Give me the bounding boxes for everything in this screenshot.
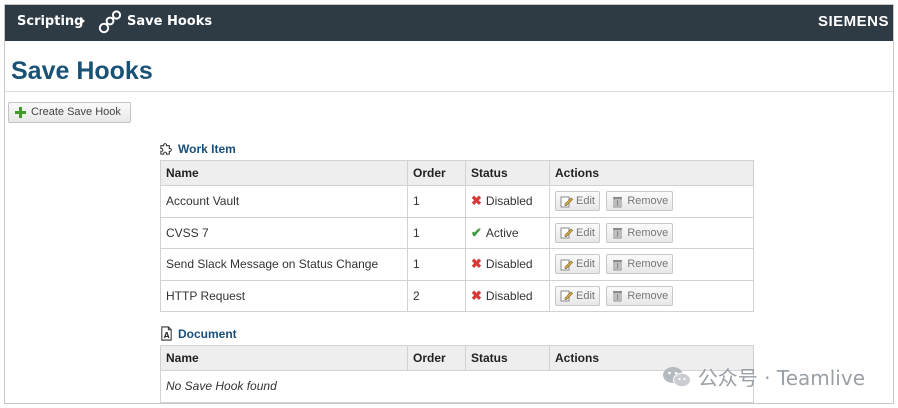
column-header-name[interactable]: Name <box>160 345 408 371</box>
app-window: Scripting Save Hooks SIEMENS Save Hooks … <box>4 4 894 404</box>
top-bar: Scripting Save Hooks SIEMENS <box>5 5 893 41</box>
column-header-status[interactable]: Status <box>465 160 550 186</box>
hook-name: Account Vault <box>160 185 408 218</box>
remove-label: Remove <box>627 289 669 302</box>
status-text: Disabled <box>485 288 533 303</box>
edit-icon <box>560 290 573 302</box>
disabled-x-icon: ✖ <box>471 287 482 303</box>
actions-cell: Edit Remove <box>549 248 754 281</box>
hook-name: CVSS 7 <box>160 216 408 249</box>
hook-order: 1 <box>407 185 466 218</box>
create-save-hook-button[interactable]: Create Save Hook <box>8 102 131 123</box>
table-row: CVSS 7 1 ✔ Active Edit Remove <box>160 216 754 249</box>
brand-logo: SIEMENS <box>817 13 889 30</box>
svg-text:A: A <box>164 331 170 340</box>
breadcrumb-scripting[interactable]: Scripting <box>17 14 83 29</box>
edit-label: Edit <box>576 195 595 208</box>
actions-cell: Edit Remove <box>549 216 754 249</box>
create-save-hook-label: Create Save Hook <box>31 106 121 118</box>
column-header-status[interactable]: Status <box>465 345 550 371</box>
hook-name: Send Slack Message on Status Change <box>160 248 408 281</box>
status-badge: ✖ Disabled <box>471 257 533 271</box>
document-section-label: Document <box>178 327 237 341</box>
table-row: HTTP Request 2 ✖ Disabled Edit Remove <box>160 279 754 312</box>
edit-icon <box>560 259 573 271</box>
remove-label: Remove <box>627 226 669 239</box>
puzzle-icon <box>160 143 172 155</box>
watermark-text: 公众号 · Teamlive <box>697 366 865 390</box>
edit-label: Edit <box>576 289 595 302</box>
breadcrumb-current: Save Hooks <box>127 14 213 29</box>
actions-cell: Edit Remove <box>549 279 754 312</box>
active-check-icon: ✔ <box>471 224 482 240</box>
wechat-icon <box>662 366 691 387</box>
disabled-x-icon: ✖ <box>471 193 482 209</box>
hook-name: HTTP Request <box>160 279 408 312</box>
status-badge: ✖ Disabled <box>471 289 533 303</box>
column-header-name[interactable]: Name <box>160 160 408 186</box>
plus-icon <box>15 107 26 118</box>
work-item-table: Name Order Status Actions Account Vault … <box>160 160 754 312</box>
remove-button[interactable]: Remove <box>606 222 674 243</box>
title-divider <box>5 91 893 92</box>
edit-label: Edit <box>576 226 595 239</box>
edit-icon <box>560 227 573 239</box>
trash-icon <box>613 259 623 271</box>
trash-icon <box>613 196 623 208</box>
column-header-actions: Actions <box>549 160 754 186</box>
status-badge: ✔ Active <box>471 226 519 240</box>
status-cell: ✖ Disabled <box>465 248 550 281</box>
page-title: Save Hooks <box>11 57 153 85</box>
watermark: 公众号 · Teamlive <box>662 362 865 391</box>
table-row: Send Slack Message on Status Change 1 ✖ D… <box>160 248 754 281</box>
status-text: Active <box>485 225 519 240</box>
trash-icon <box>613 228 623 239</box>
edit-label: Edit <box>576 258 595 271</box>
trash-icon <box>613 291 623 302</box>
column-header-order[interactable]: Order <box>407 160 466 186</box>
status-cell: ✖ Disabled <box>465 279 550 312</box>
edit-button[interactable]: Edit <box>555 222 600 243</box>
breadcrumb-arrow-icon <box>80 17 85 25</box>
disabled-x-icon: ✖ <box>471 256 482 272</box>
remove-label: Remove <box>627 195 669 208</box>
work-item-section-label: Work Item <box>178 142 236 156</box>
hooks-chain-icon <box>98 10 122 34</box>
edit-button[interactable]: Edit <box>555 254 600 275</box>
table-header-row: Name Order Status Actions <box>160 160 754 186</box>
status-text: Disabled <box>485 257 533 272</box>
hook-order: 1 <box>407 216 466 249</box>
column-header-order[interactable]: Order <box>407 345 466 371</box>
remove-button[interactable]: Remove <box>606 254 674 275</box>
edit-button[interactable]: Edit <box>555 285 600 306</box>
edit-icon <box>560 196 573 208</box>
remove-button[interactable]: Remove <box>606 285 674 306</box>
hook-order: 1 <box>407 248 466 281</box>
remove-button[interactable]: Remove <box>606 191 674 212</box>
document-icon: A <box>161 326 172 341</box>
remove-label: Remove <box>627 258 669 271</box>
status-cell: ✖ Disabled <box>465 185 550 218</box>
status-text: Disabled <box>485 194 533 209</box>
edit-button[interactable]: Edit <box>555 191 600 212</box>
status-cell: ✔ Active <box>465 216 550 249</box>
status-badge: ✖ Disabled <box>471 194 533 208</box>
hook-order: 2 <box>407 279 466 312</box>
table-row: Account Vault 1 ✖ Disabled Edit Remove <box>160 185 754 218</box>
actions-cell: Edit Remove <box>549 185 754 218</box>
